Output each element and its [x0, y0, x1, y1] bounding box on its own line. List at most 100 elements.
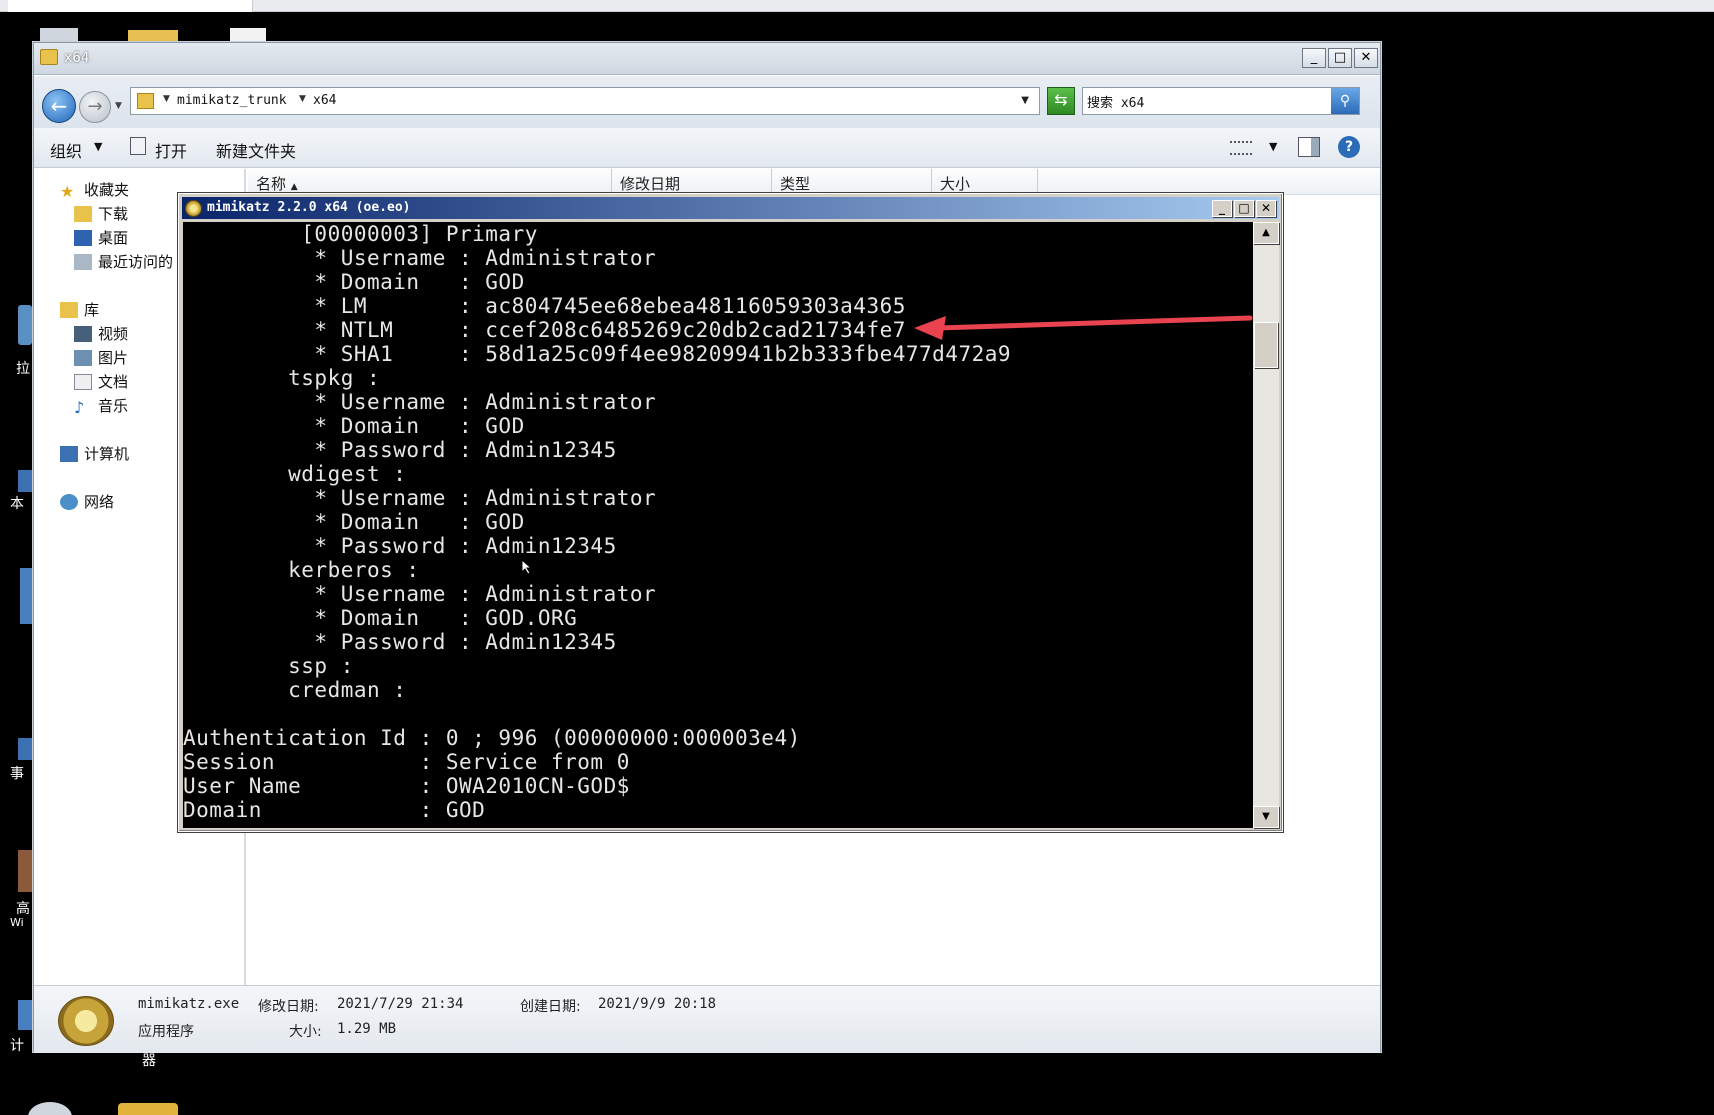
console-line: credman : — [183, 678, 407, 702]
desktop-icon-top-3[interactable] — [230, 28, 266, 42]
help-icon[interactable]: ? — [1338, 136, 1360, 158]
breadcrumb-arrow-icon[interactable]: ▼ — [299, 94, 306, 104]
console-title-bar[interactable]: mimikatz 2.2.0 x64 (oe.eo) _ □ ✕ — [182, 197, 1279, 219]
desktop-icon-top-1[interactable] — [40, 28, 78, 42]
search-box[interactable]: ⚲ — [1082, 87, 1360, 115]
background-window-strip — [0, 0, 1714, 12]
music-icon: ♪ — [74, 397, 85, 417]
nav-network[interactable]: 网络 — [60, 491, 114, 512]
address-bar[interactable]: ▼ mimikatz_trunk ▼ x64 ▼ — [130, 87, 1040, 115]
nav-recent-label: 最近访问的 — [98, 253, 174, 271]
console-window-controls: _ □ ✕ — [1212, 200, 1276, 217]
desktop-icon-3[interactable] — [20, 568, 32, 624]
nav-network-label: 网络 — [84, 493, 115, 511]
refresh-icon: ⇆ — [1054, 90, 1068, 109]
console-line: * LM : ac804745ee68ebea48116059303a4365 — [183, 294, 906, 318]
breadcrumb-mimikatz-trunk[interactable]: mimikatz_trunk — [177, 93, 287, 108]
console-line: ssp : — [183, 654, 354, 678]
nav-favorites-label: 收藏夹 — [84, 181, 130, 199]
console-line: tspkg : — [183, 366, 381, 390]
console-line: * SHA1 : 58d1a25c09f4ee98209941b2b333fbe… — [183, 342, 1012, 366]
desktop-icon-2[interactable] — [18, 470, 32, 492]
scroll-down-button[interactable]: ▼ — [1253, 806, 1279, 828]
scroll-up-button[interactable]: ▲ — [1253, 222, 1279, 244]
console-output[interactable]: [00000003] Primary * Username : Administ… — [183, 222, 1253, 828]
pictures-icon — [74, 349, 92, 366]
console-line: Domain : GOD — [183, 798, 486, 822]
nav-recent[interactable]: 最近访问的 — [74, 251, 173, 272]
desktop-icon-4[interactable] — [18, 738, 32, 760]
maximize-button[interactable]: □ — [1328, 48, 1352, 68]
column-size[interactable]: 大小 — [932, 169, 1038, 195]
desktop-icon-1[interactable] — [18, 305, 32, 345]
console-line: * Password : Admin12345 — [183, 630, 617, 654]
column-name-label: 名称 — [256, 175, 287, 193]
nav-pictures[interactable]: 图片 — [74, 347, 128, 368]
detail-created-label: 创建日期: — [520, 999, 581, 1015]
nav-desktop[interactable]: 桌面 — [74, 227, 128, 248]
folder-icon — [40, 49, 58, 65]
console-line: kerberos : — [183, 558, 420, 582]
search-icon[interactable]: ⚲ — [1331, 88, 1359, 114]
desktop-icon-5[interactable] — [18, 850, 32, 892]
console-line: wdigest : — [183, 462, 407, 486]
scroll-thumb[interactable] — [1254, 322, 1278, 368]
nav-favorites[interactable]: ★ 收藏夹 — [60, 179, 130, 201]
explorer-title: x64 — [64, 50, 90, 66]
nav-downloads[interactable]: 下载 — [74, 203, 128, 224]
console-line: User Name : OWA2010CN-GOD$ — [183, 774, 630, 798]
close-button[interactable]: ✕ — [1354, 48, 1378, 68]
console-maximize-button[interactable]: □ — [1234, 200, 1254, 217]
view-dropdown-icon[interactable]: ▼ — [1269, 140, 1277, 153]
detail-size-value: 1.29 MB — [337, 1021, 397, 1037]
new-folder-button[interactable]: 新建文件夹 — [216, 138, 296, 162]
back-button[interactable]: ← — [42, 89, 76, 123]
column-name[interactable]: 名称 ▲ — [248, 169, 612, 195]
console-scrollbar[interactable]: ▲ ▼ — [1253, 222, 1279, 828]
desktop-icon-top-2[interactable] — [128, 30, 178, 42]
view-options-icon[interactable] — [1230, 141, 1252, 155]
recent-pages-dropdown[interactable]: ▼ — [115, 101, 122, 111]
explorer-toolbar: 组织 ▼ 打开 新建文件夹 ▼ ? — [34, 128, 1380, 168]
desktop-icon-folder[interactable] — [118, 1103, 178, 1115]
detail-size-label: 大小: — [289, 1024, 322, 1040]
forward-arrow-icon: → — [87, 96, 103, 117]
nav-library[interactable]: 库 — [60, 299, 99, 320]
nav-documents[interactable]: 文档 — [74, 371, 128, 392]
breadcrumb-x64[interactable]: x64 — [313, 93, 336, 108]
column-type[interactable]: 类型 — [772, 169, 932, 195]
minimize-button[interactable]: _ — [1302, 48, 1326, 68]
desktop-label-7: 器 — [142, 1053, 156, 1069]
breadcrumb-arrow-icon[interactable]: ▼ — [163, 94, 170, 104]
console-close-button[interactable]: ✕ — [1256, 200, 1276, 217]
console-line: * Username : Administrator — [183, 486, 657, 510]
nav-videos[interactable]: 视频 — [74, 323, 128, 344]
console-line: * Username : Administrator — [183, 582, 657, 606]
nav-documents-label: 文档 — [98, 373, 129, 391]
nav-music[interactable]: ♪ 音乐 — [74, 395, 129, 417]
mouse-cursor-icon — [522, 560, 532, 574]
column-modified[interactable]: 修改日期 — [612, 169, 772, 195]
explorer-title-bar[interactable]: x64 _ □ ✕ — [34, 43, 1380, 75]
console-line: Authentication Id : 0 ; 996 (00000000:00… — [183, 726, 801, 750]
background-tab[interactable] — [8, 0, 253, 12]
refresh-button[interactable]: ⇆ — [1047, 87, 1075, 115]
nav-music-label: 音乐 — [98, 397, 129, 415]
organize-menu[interactable]: 组织 — [50, 138, 82, 162]
detail-modified-value: 2021/7/29 21:34 — [337, 996, 464, 1012]
nav-library-label: 库 — [84, 301, 100, 319]
forward-button[interactable]: → — [79, 91, 111, 123]
address-dropdown-icon[interactable]: ▼ — [1021, 95, 1029, 106]
nav-computer[interactable]: 计算机 — [60, 443, 129, 464]
desktop-icon-clock[interactable] — [28, 1102, 72, 1115]
search-input[interactable] — [1087, 91, 1317, 111]
console-minimize-button[interactable]: _ — [1212, 200, 1232, 217]
desktop-label-5: Wi — [10, 916, 24, 929]
console-line: * Username : Administrator — [183, 246, 657, 270]
organize-dropdown-icon[interactable]: ▼ — [94, 140, 102, 153]
open-button[interactable]: 打开 — [155, 138, 187, 162]
desktop-icon-6[interactable] — [18, 1000, 32, 1030]
documents-icon — [74, 373, 92, 390]
preview-pane-icon[interactable] — [1298, 137, 1320, 157]
star-icon: ★ — [60, 181, 75, 201]
